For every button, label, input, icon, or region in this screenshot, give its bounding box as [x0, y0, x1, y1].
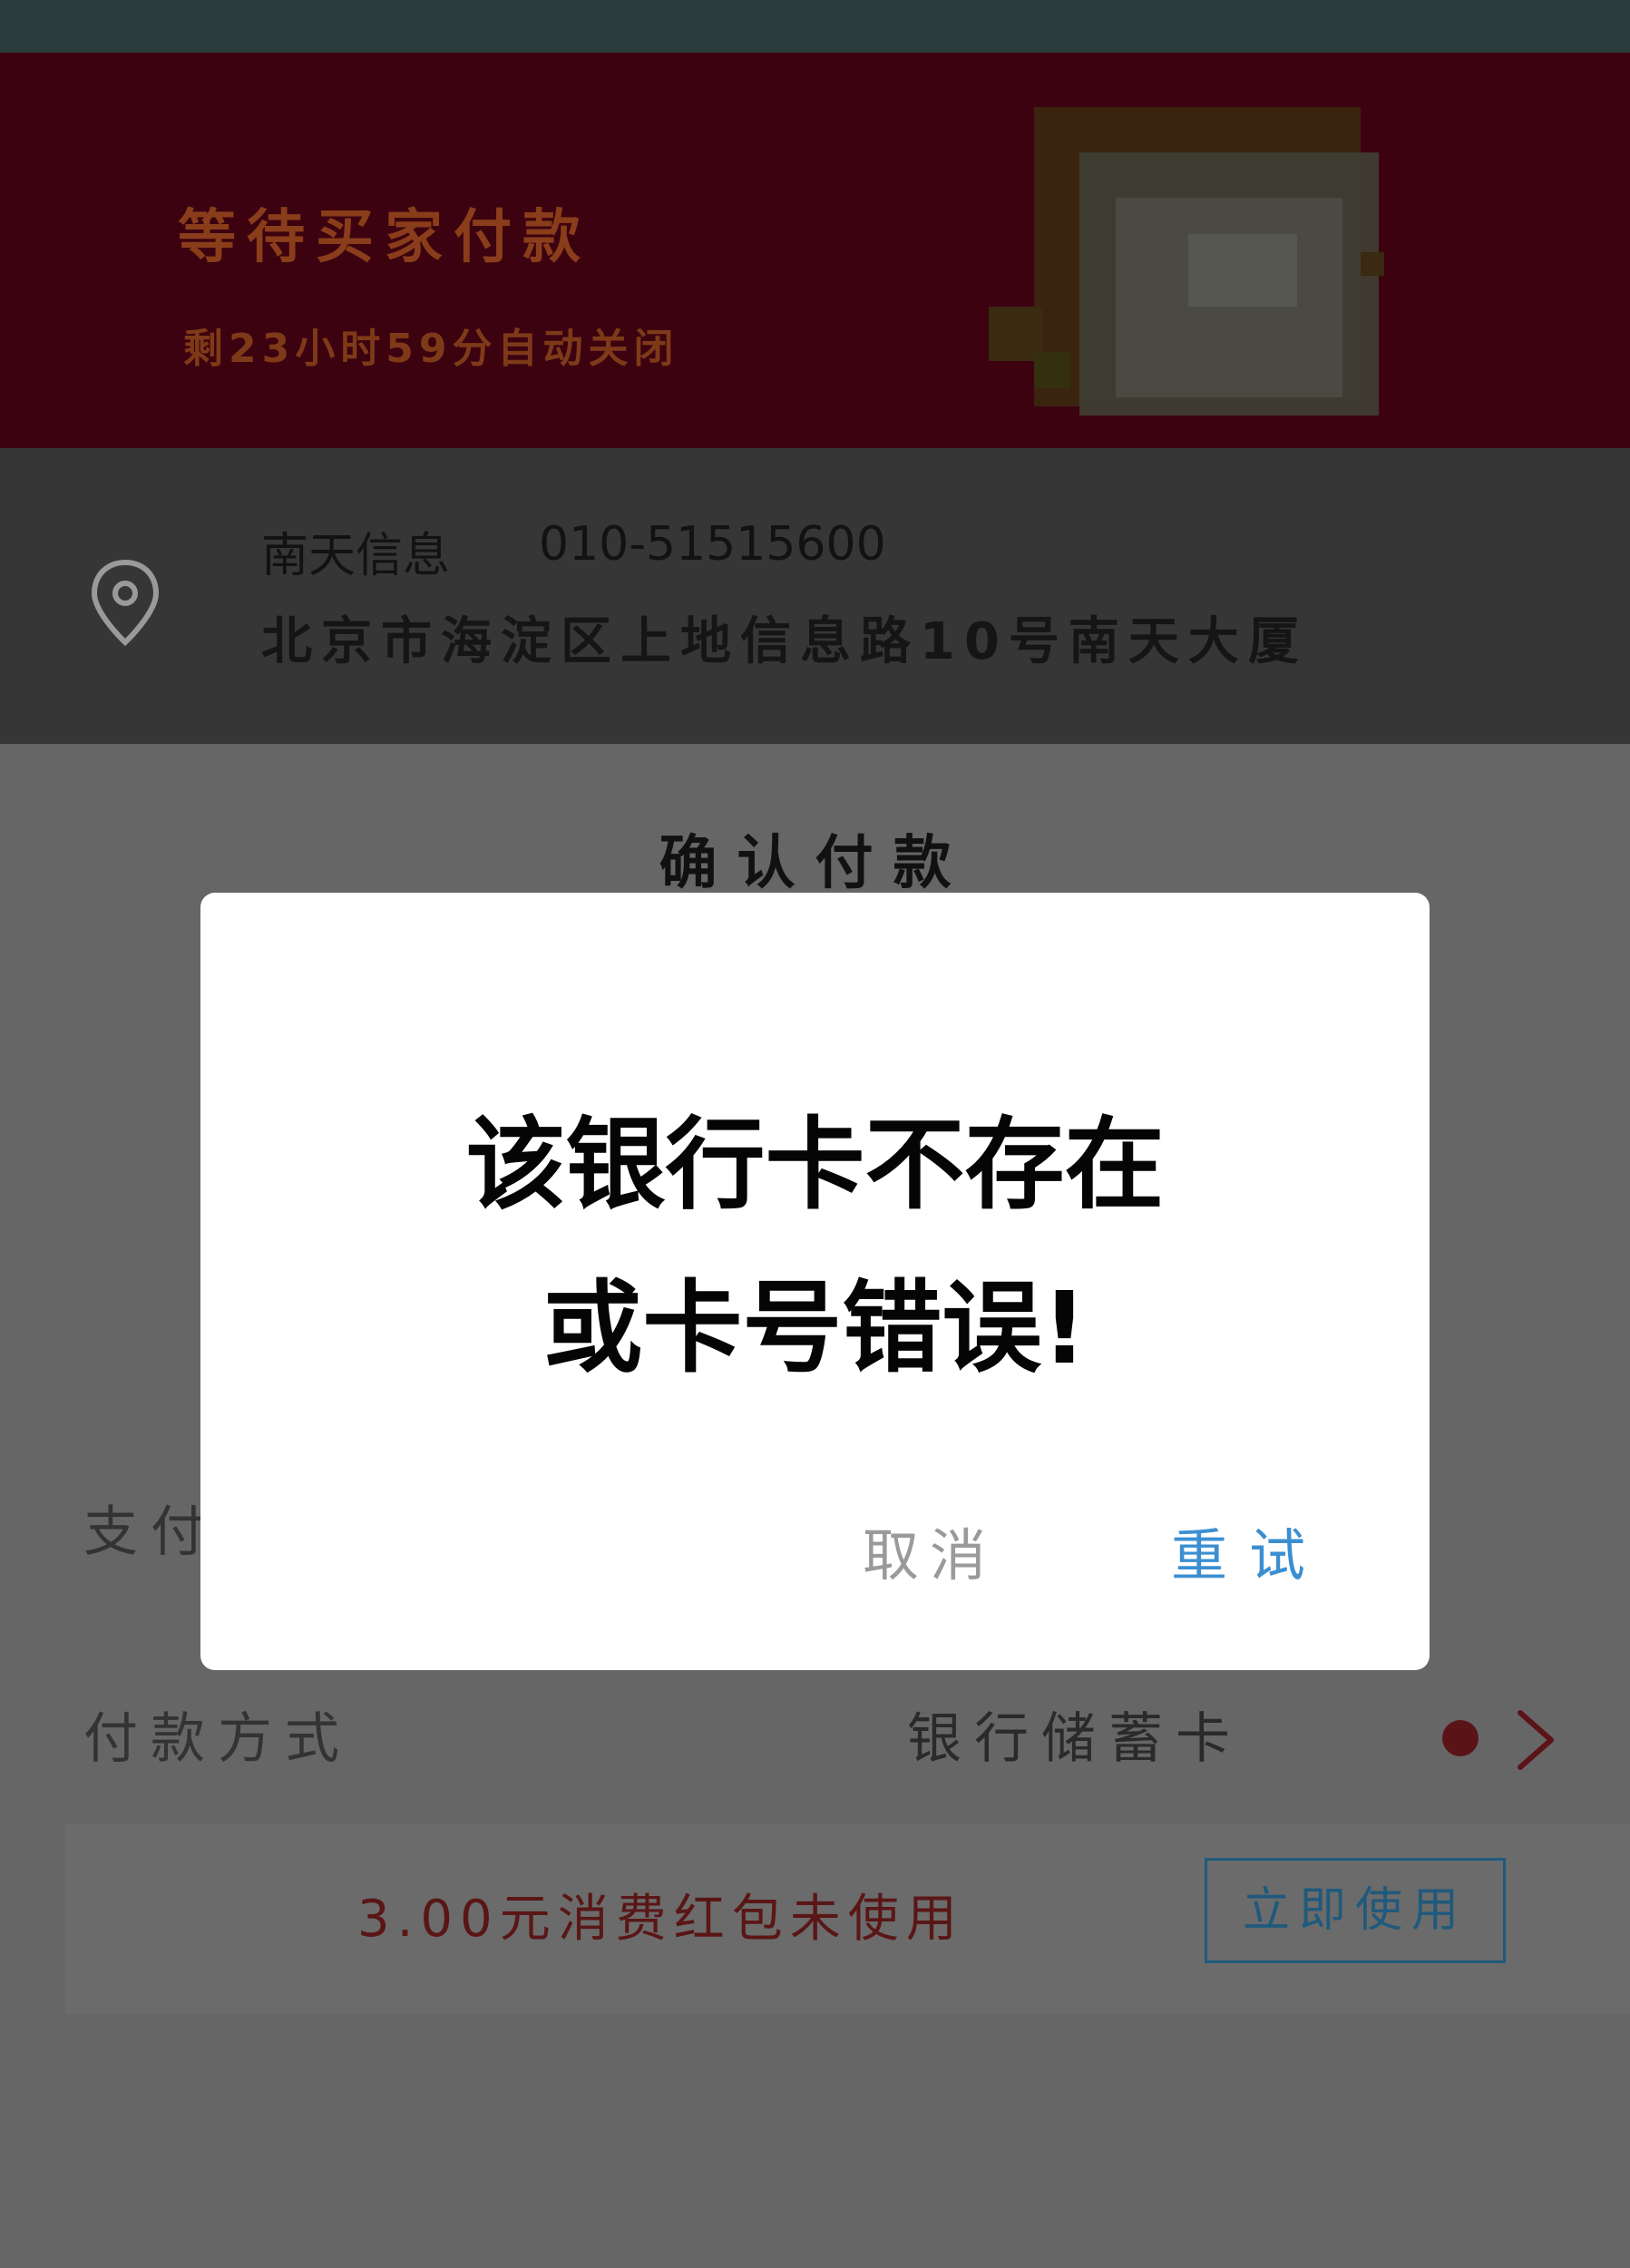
order-status-banner: 等待买家付款 剩23小时59分自动关闭: [0, 53, 1630, 448]
dialog-message-line-2: 或卡号错误!: [542, 1270, 1088, 1386]
error-dialog: 该银行卡不存在 或卡号错误! 取消 重试: [200, 893, 1430, 1670]
contact-name: 南天信息: [261, 529, 451, 583]
wallet-illustration: [989, 107, 1384, 415]
auto-close-countdown: 剩23小时59分自动关闭: [183, 326, 679, 372]
coupon-banner: 3.00元消费红包未使用 立即使用: [65, 1823, 1630, 2014]
dialog-message-line-1: 该银行卡不存在: [465, 1107, 1165, 1223]
payment-method-label: 付款方式: [83, 1707, 352, 1771]
retry-button[interactable]: 重试: [1171, 1510, 1327, 1591]
confirm-payment-title: 确认付款: [659, 830, 971, 897]
cancel-button[interactable]: 取消: [863, 1510, 997, 1591]
payment-method-value[interactable]: 银行储蓄卡: [907, 1695, 1243, 1774]
use-coupon-button[interactable]: 立即使用: [1205, 1858, 1506, 1963]
payment-amount-label: 支付: [83, 1501, 218, 1564]
order-status-title: 等待买家付款: [178, 204, 591, 271]
status-bar: [0, 0, 1630, 53]
shipping-address-card[interactable]: 南天信息 010-51515600 北京市海淀区上地信息路10号南天大厦: [0, 448, 1630, 744]
contact-phone: 010-51515600: [539, 517, 886, 572]
address-line: 北京市海淀区上地信息路10号南天大厦: [261, 612, 1308, 671]
location-pin-icon: [91, 559, 160, 647]
payment-page: 等待买家付款 剩23小时59分自动关闭 南天信息 010-51515600 北京…: [0, 0, 1630, 2268]
chevron-right-icon[interactable]: [1513, 1707, 1558, 1773]
notification-dot: [1442, 1720, 1479, 1756]
coupon-text: 3.00元消费红包未使用: [357, 1890, 964, 1949]
